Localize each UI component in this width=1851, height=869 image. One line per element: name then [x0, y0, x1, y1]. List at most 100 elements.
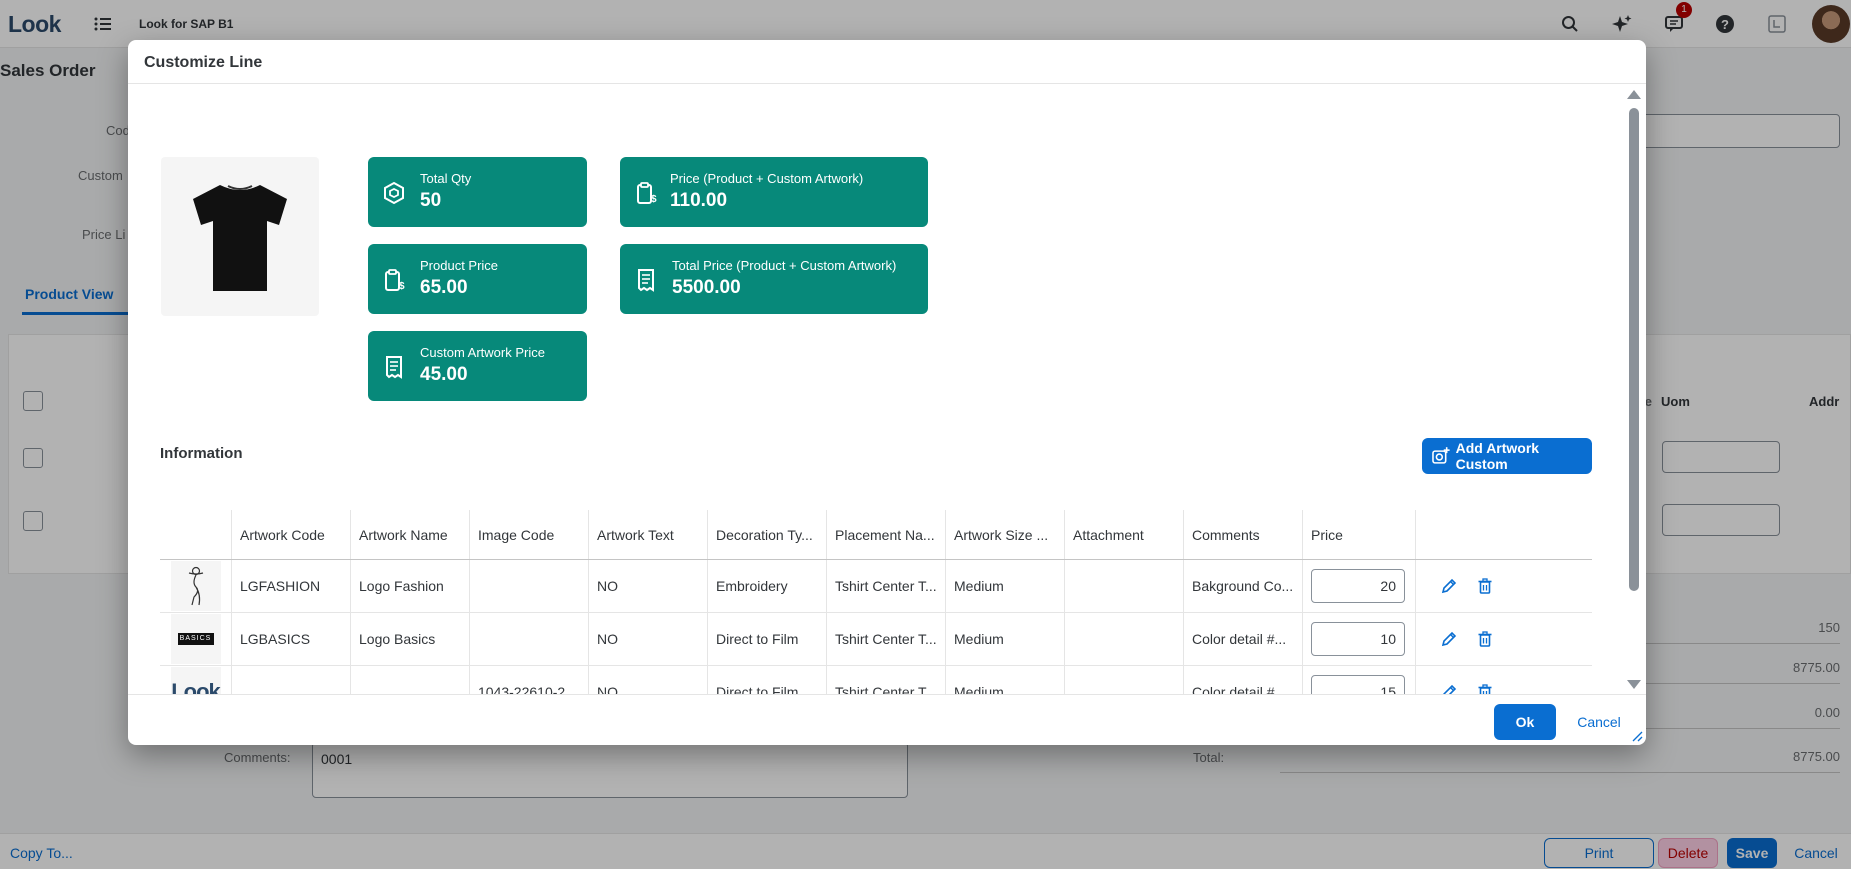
cube-icon: [384, 181, 404, 205]
table-row: Look 1043-22610-2... NO Direct to Film T…: [160, 666, 1592, 694]
placement-name-cell: Tshirt Center T...: [827, 666, 946, 694]
look-logo-text: Look: [171, 679, 220, 694]
artwork-table: Artwork Code Artwork Name Image Code Art…: [160, 510, 1592, 694]
artwork-thumbnail[interactable]: BASICS: [170, 614, 221, 664]
artwork-thumbnail[interactable]: Look: [170, 667, 221, 694]
price-product-custom-value: 110.00: [670, 190, 728, 211]
artwork-code-cell: LGBASICS: [232, 613, 351, 665]
artwork-size-cell: Medium: [946, 666, 1065, 694]
artwork-size-cell: Medium: [946, 560, 1065, 612]
decoration-type-cell: Embroidery: [708, 560, 827, 612]
artwork-code-cell: LGFASHION: [232, 560, 351, 612]
dialog-header: Customize Line: [128, 40, 1646, 84]
artwork-code-cell: [232, 666, 351, 694]
edit-icon[interactable]: [1438, 628, 1460, 650]
placement-name-cell: Tshirt Center T...: [827, 613, 946, 665]
receipt-icon: [638, 269, 654, 292]
trash-icon[interactable]: [1474, 575, 1496, 597]
col-artwork-size[interactable]: Artwork Size ...: [946, 510, 1065, 559]
table-row: LGFASHION Logo Fashion NO Embroidery Tsh…: [160, 560, 1592, 613]
receipt-icon: [386, 356, 402, 379]
attachment-cell: [1065, 613, 1184, 665]
artwork-name-cell: [351, 666, 470, 694]
total-qty-card: Total Qty 50: [368, 157, 587, 227]
total-price-value: 5500.00: [672, 277, 741, 298]
trash-icon[interactable]: [1474, 681, 1496, 694]
attachment-cell: [1065, 666, 1184, 694]
placement-name-cell: Tshirt Center T...: [827, 560, 946, 612]
product-price-card: $ Product Price 65.00: [368, 244, 587, 314]
add-artwork-custom-label: Add Artwork Custom: [1455, 440, 1540, 472]
customize-line-dialog: Customize Line Total Qty 50 $ Product Pr…: [128, 40, 1646, 745]
ok-button[interactable]: Ok: [1494, 704, 1556, 740]
actions-cell: [1416, 613, 1589, 665]
attachment-cell: [1065, 560, 1184, 612]
artwork-thumb-cell: BASICS: [160, 613, 232, 665]
add-image-icon: [1432, 447, 1450, 464]
price-input[interactable]: 20: [1311, 569, 1405, 603]
dialog-title: Customize Line: [144, 54, 263, 71]
clipboard-dollar-icon: $: [385, 269, 405, 292]
actions-cell: [1416, 666, 1589, 694]
image-code-cell: [470, 560, 589, 612]
scrollbar-thumb[interactable]: [1629, 108, 1639, 591]
artwork-text-cell: NO: [589, 613, 708, 665]
resize-handle-icon[interactable]: [1631, 730, 1643, 742]
edit-icon[interactable]: [1438, 575, 1460, 597]
artwork-text-cell: NO: [589, 560, 708, 612]
artwork-size-cell: Medium: [946, 613, 1065, 665]
table-row: BASICS LGBASICS Logo Basics NO Direct to…: [160, 613, 1592, 666]
artwork-name-cell: Logo Basics: [351, 613, 470, 665]
scroll-up-arrow-icon[interactable]: [1627, 90, 1641, 99]
col-price[interactable]: Price: [1303, 510, 1416, 559]
col-placement-name[interactable]: Placement Na...: [827, 510, 946, 559]
trash-icon[interactable]: [1474, 628, 1496, 650]
artwork-thumb-cell: Look: [160, 666, 232, 694]
image-code-cell: 1043-22610-2...: [470, 666, 589, 694]
total-price-label: Total Price (Product + Custom Artwork): [672, 258, 897, 273]
svg-text:$: $: [399, 281, 405, 292]
col-attachment[interactable]: Attachment: [1065, 510, 1184, 559]
custom-artwork-price-value: 45.00: [420, 364, 468, 385]
price-product-custom-card: $ Price (Product + Custom Artwork) 110.0…: [620, 157, 928, 227]
product-price-value: 65.00: [420, 277, 468, 298]
col-actions: [1416, 510, 1589, 559]
decoration-type-cell: Direct to Film: [708, 613, 827, 665]
add-artwork-custom-button[interactable]: Add Artwork Custom: [1422, 438, 1592, 474]
col-artwork-code[interactable]: Artwork Code: [232, 510, 351, 559]
col-image-code[interactable]: Image Code: [470, 510, 589, 559]
col-artwork-name[interactable]: Artwork Name: [351, 510, 470, 559]
information-title: Information: [160, 445, 243, 462]
artwork-thumb-cell: [160, 560, 232, 612]
tshirt-icon: [193, 184, 287, 291]
custom-artwork-price-card: Custom Artwork Price 45.00: [368, 331, 587, 401]
dialog-footer: Ok Cancel: [128, 694, 1646, 745]
scroll-down-arrow-icon[interactable]: [1627, 680, 1641, 689]
price-input[interactable]: 10: [1311, 622, 1405, 656]
comments-cell: Bakground Co...: [1184, 560, 1303, 612]
price-input[interactable]: 15: [1311, 675, 1405, 694]
dialog-scrollbar[interactable]: [1626, 90, 1641, 690]
product-price-label: Product Price: [420, 258, 499, 273]
comments-cell: Color detail #...: [1184, 613, 1303, 665]
cancel-button[interactable]: Cancel: [1569, 704, 1629, 740]
decoration-type-cell: Direct to Film: [708, 666, 827, 694]
dialog-body: Total Qty 50 $ Product Price 65.00 Custo…: [128, 84, 1646, 694]
col-comments[interactable]: Comments: [1184, 510, 1303, 559]
price-cell: 10: [1303, 613, 1416, 665]
artwork-thumbnail[interactable]: [170, 561, 221, 611]
comments-cell: Color detail #...: [1184, 666, 1303, 694]
table-header-row: Artwork Code Artwork Name Image Code Art…: [160, 510, 1592, 560]
actions-cell: [1416, 560, 1589, 612]
artwork-name-cell: Logo Fashion: [351, 560, 470, 612]
fashion-figure-icon: [188, 566, 203, 606]
product-image: [161, 157, 319, 316]
total-qty-value: 50: [420, 190, 442, 211]
col-decoration-type[interactable]: Decoration Ty...: [708, 510, 827, 559]
col-artwork-text[interactable]: Artwork Text: [589, 510, 708, 559]
clipboard-dollar-icon: $: [637, 182, 657, 205]
edit-icon[interactable]: [1438, 681, 1460, 694]
basics-logo-text: BASICS: [177, 633, 214, 645]
custom-artwork-price-label: Custom Artwork Price: [420, 345, 545, 360]
artwork-text-cell: NO: [589, 666, 708, 694]
